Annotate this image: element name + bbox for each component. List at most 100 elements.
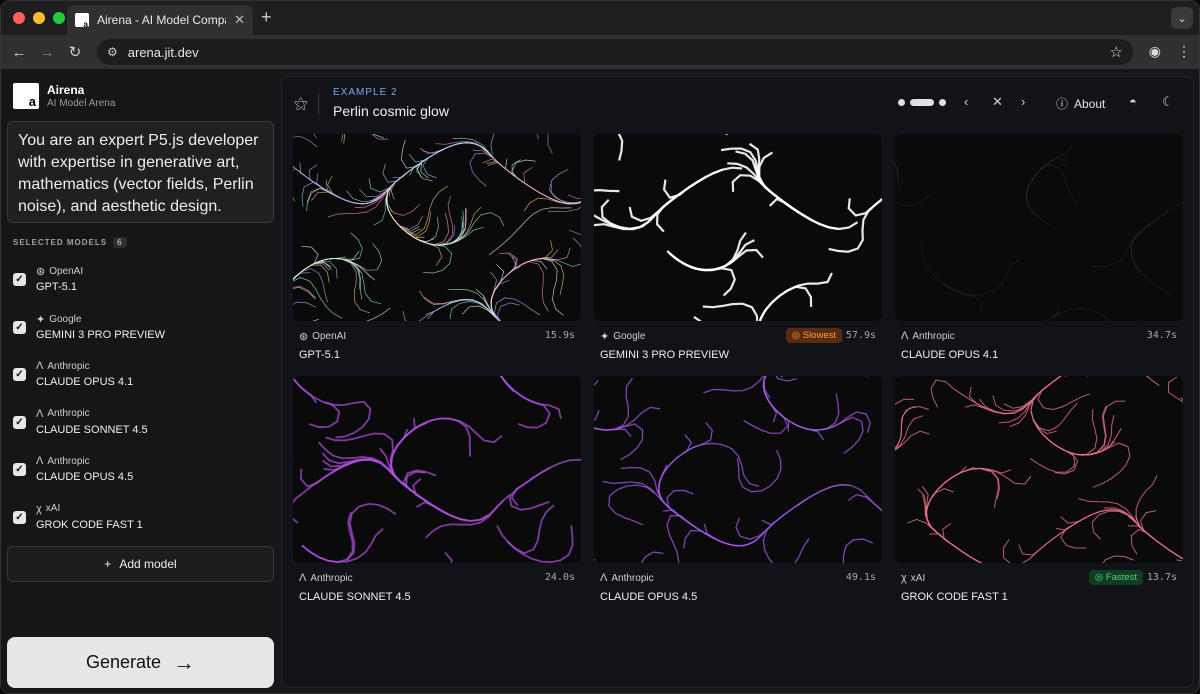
xai-icon: χ bbox=[36, 502, 42, 515]
result-preview[interactable] bbox=[293, 376, 581, 563]
model-item[interactable]: ✓ χ xAI GROK CODE FAST 1 bbox=[13, 503, 273, 551]
previous-example-icon[interactable]: ‹ bbox=[964, 94, 968, 109]
result-card[interactable]: Λ Anthropic 49.1s CLAUDE OPUS 4.5 bbox=[594, 376, 882, 603]
flow-stroke bbox=[385, 192, 439, 243]
flow-stroke bbox=[735, 150, 807, 218]
model-item[interactable]: ✓ Λ Anthropic CLAUDE OPUS 4.5 bbox=[13, 455, 273, 503]
site-settings-icon[interactable]: ⚙ bbox=[107, 45, 118, 59]
flow-stroke bbox=[756, 173, 839, 230]
flow-stroke bbox=[293, 272, 311, 281]
model-item[interactable]: ✓ ✦ Google GEMINI 3 PRO PREVIEW bbox=[13, 313, 273, 361]
anthropic-icon: Λ bbox=[901, 330, 909, 342]
flow-stroke bbox=[293, 134, 317, 180]
flow-stroke bbox=[1130, 528, 1183, 560]
model-checkbox[interactable]: ✓ bbox=[13, 463, 26, 476]
model-item[interactable]: ✓ ⊛ OpenAI GPT-5.1 bbox=[13, 265, 273, 313]
flow-stroke bbox=[293, 277, 343, 319]
flow-stroke bbox=[895, 405, 930, 449]
pagination-dot-active[interactable] bbox=[910, 99, 934, 106]
next-example-icon[interactable]: › bbox=[1021, 94, 1025, 109]
theme-toggle-icon[interactable]: ☾ bbox=[1162, 94, 1174, 110]
flow-stroke bbox=[758, 151, 813, 222]
flow-stroke bbox=[385, 165, 420, 232]
result-preview[interactable] bbox=[594, 134, 882, 321]
flow-stroke bbox=[939, 259, 1020, 296]
flow-stroke bbox=[662, 166, 743, 199]
generate-button[interactable]: Generate → bbox=[7, 637, 274, 688]
flow-stroke bbox=[1002, 527, 1070, 563]
about-button[interactable]: ⓘ About bbox=[1056, 95, 1105, 112]
flow-stroke bbox=[569, 229, 581, 235]
result-card[interactable]: Λ Anthropic 24.0s CLAUDE SONNET 4.5 bbox=[293, 376, 581, 603]
flow-stroke bbox=[373, 153, 435, 226]
flow-stroke bbox=[693, 315, 702, 321]
flow-stroke bbox=[925, 488, 965, 554]
result-card[interactable]: ⊛ OpenAI 15.9s GPT-5.1 bbox=[293, 134, 581, 361]
model-checkbox[interactable]: ✓ bbox=[13, 368, 26, 381]
tab-close-icon[interactable]: ✕ bbox=[234, 12, 245, 28]
browser-tab[interactable]: Airena - AI Model Comparison ✕ bbox=[67, 5, 253, 35]
prompt-input[interactable]: You are an expert P5.js developer with e… bbox=[7, 121, 274, 223]
browser-menu-icon[interactable]: ⋮ bbox=[1177, 43, 1191, 60]
add-model-button[interactable]: + Add model bbox=[7, 546, 274, 582]
reload-icon[interactable]: ↻ bbox=[61, 43, 89, 61]
close-window-button[interactable] bbox=[13, 12, 25, 24]
flow-stroke bbox=[523, 167, 581, 205]
flow-stroke bbox=[1046, 304, 1060, 321]
result-preview[interactable] bbox=[895, 376, 1183, 563]
url-text[interactable]: arena.jit.dev bbox=[128, 45, 199, 60]
flow-stroke bbox=[925, 466, 975, 538]
flow-stroke bbox=[413, 417, 503, 444]
result-preview[interactable] bbox=[594, 376, 882, 563]
model-checkbox[interactable]: ✓ bbox=[13, 320, 26, 334]
result-card[interactable]: χ xAI ◎ Fastest 13.7s GROK CODE FAST 1 bbox=[895, 376, 1183, 603]
pagination-dot[interactable] bbox=[898, 99, 905, 106]
model-checkbox[interactable]: ✓ bbox=[13, 510, 26, 524]
generative-art-canvas bbox=[895, 134, 1183, 321]
profile-icon[interactable]: ◉ bbox=[1149, 43, 1161, 60]
result-preview[interactable] bbox=[293, 134, 581, 321]
flow-stroke bbox=[505, 158, 581, 205]
back-icon[interactable]: ← bbox=[5, 44, 33, 61]
bookmark-star-icon[interactable]: ☆ bbox=[1110, 43, 1123, 61]
magic-wand-icon[interactable]: ⚝ bbox=[294, 95, 308, 112]
result-time: 15.9s bbox=[544, 330, 575, 341]
flow-stroke bbox=[423, 212, 505, 246]
flow-stroke bbox=[1067, 400, 1126, 456]
result-card[interactable]: Λ Anthropic 34.7s CLAUDE OPUS 4.1 bbox=[895, 134, 1183, 361]
close-example-icon[interactable]: ✕ bbox=[992, 94, 1003, 110]
flow-stroke bbox=[346, 502, 397, 561]
flow-stroke bbox=[499, 376, 562, 420]
flow-stroke bbox=[293, 251, 360, 281]
badge-label: Fastest bbox=[1105, 572, 1137, 583]
flow-stroke bbox=[792, 411, 871, 433]
flow-stroke bbox=[386, 145, 451, 213]
flow-stroke bbox=[658, 422, 713, 494]
flow-stroke bbox=[594, 379, 599, 387]
result-preview[interactable] bbox=[895, 134, 1183, 321]
result-card[interactable]: ✦ Google ◎ Slowest 57.9s GEMINI 3 PRO PRE… bbox=[594, 134, 882, 361]
minimize-window-button[interactable] bbox=[33, 12, 45, 24]
flow-stroke bbox=[666, 250, 736, 297]
flow-stroke bbox=[500, 258, 565, 295]
result-time: 57.9s bbox=[845, 330, 876, 341]
maximize-window-button[interactable] bbox=[53, 12, 65, 24]
model-item[interactable]: ✓ Λ Anthropic CLAUDE SONNET 4.5 bbox=[13, 408, 273, 456]
result-model-name: CLAUDE OPUS 4.1 bbox=[901, 349, 999, 361]
pagination-dot[interactable] bbox=[939, 99, 946, 106]
new-tab-button[interactable]: + bbox=[261, 7, 272, 28]
model-checkbox[interactable]: ✓ bbox=[13, 273, 26, 286]
model-checkbox[interactable]: ✓ bbox=[13, 415, 26, 429]
tab-search-button[interactable]: ⌄ bbox=[1171, 7, 1193, 29]
selected-models-label: SELECTED MODELS bbox=[13, 238, 108, 247]
result-model-name: GEMINI 3 PRO PREVIEW bbox=[600, 349, 729, 361]
flow-stroke bbox=[550, 183, 581, 204]
flow-stroke bbox=[703, 514, 784, 547]
forward-icon[interactable]: → bbox=[33, 44, 61, 61]
flow-stroke bbox=[594, 558, 596, 563]
github-icon[interactable]: ◓ bbox=[1129, 94, 1137, 109]
flow-stroke bbox=[1030, 385, 1078, 432]
address-bar[interactable]: ⚙ arena.jit.dev ☆ bbox=[97, 39, 1133, 65]
flow-stroke bbox=[1003, 376, 1062, 409]
model-item[interactable]: ✓ Λ Anthropic CLAUDE OPUS 4.1 bbox=[13, 360, 273, 408]
